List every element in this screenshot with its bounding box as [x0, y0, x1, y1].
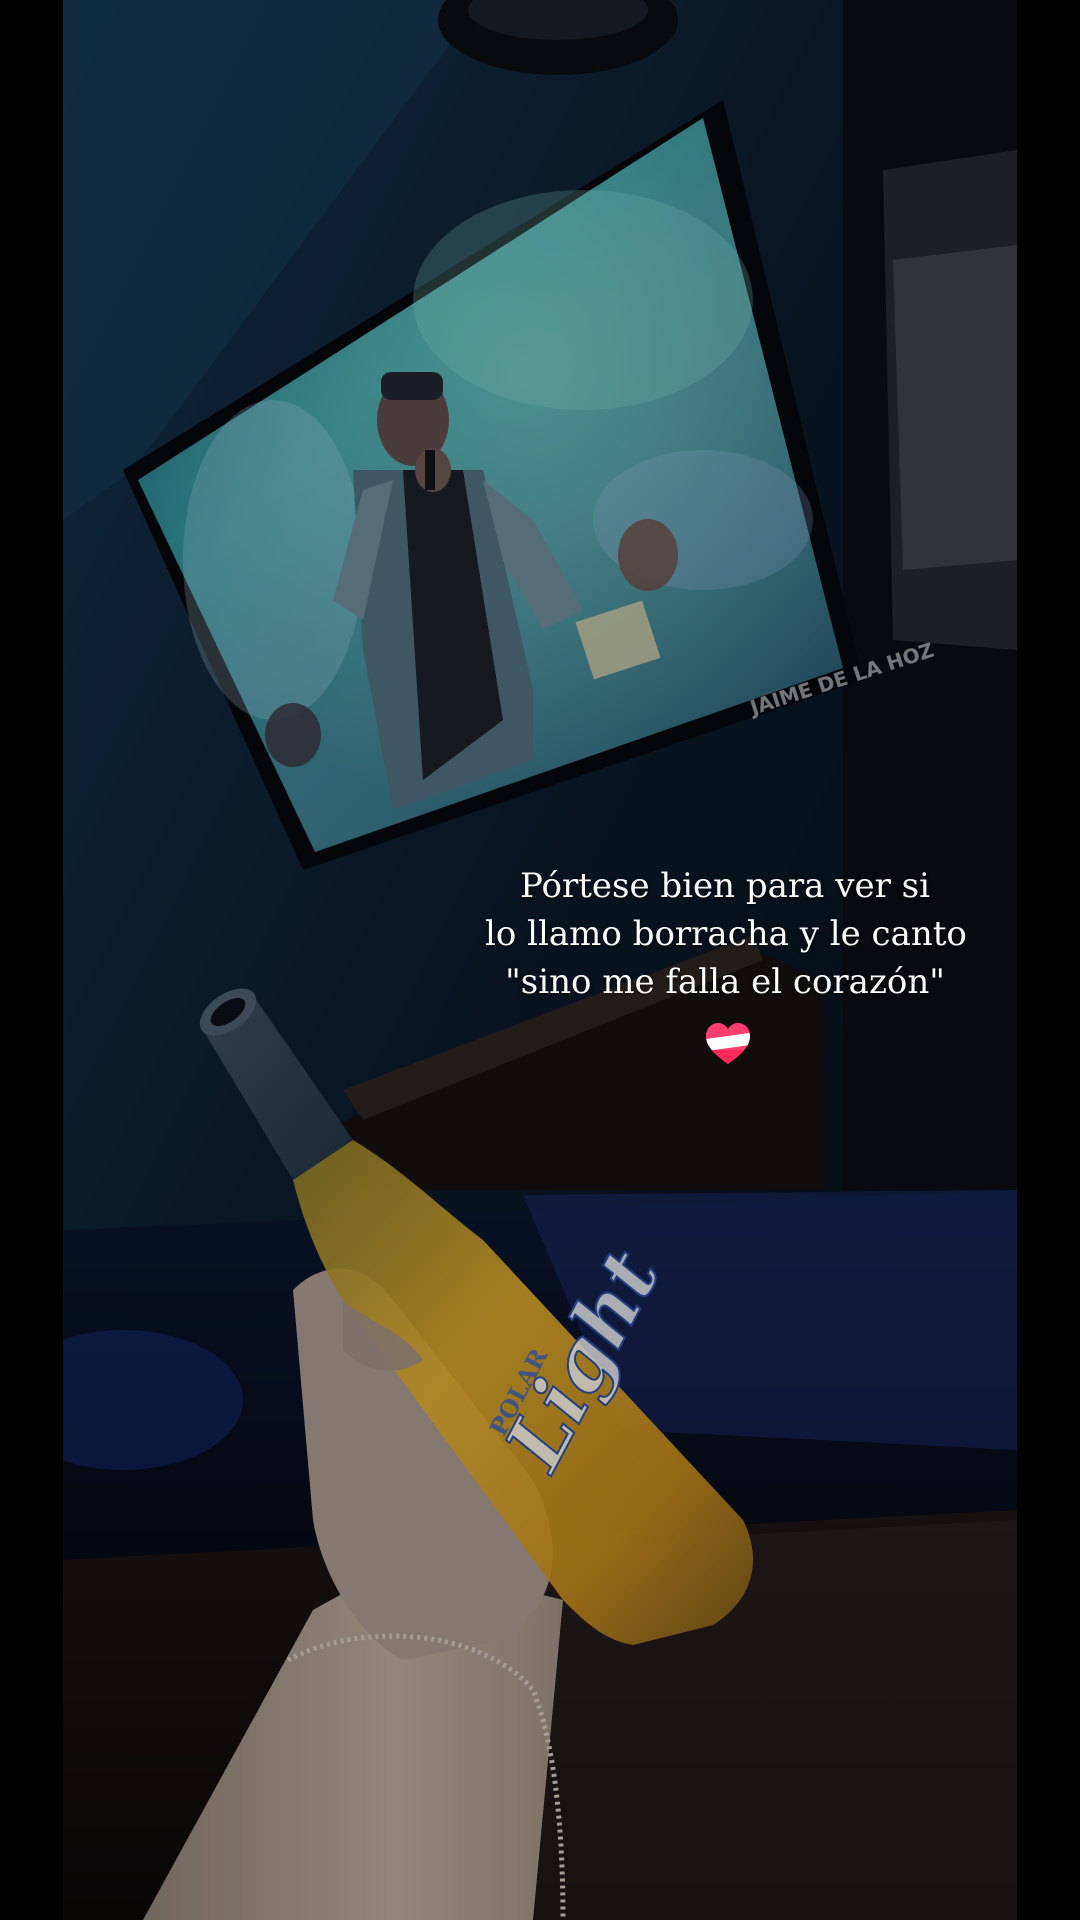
caption-line-3: "sino me falla el corazón" — [505, 962, 945, 1002]
story-frame: JAIME DE LA HOZ POLAR Light Pórtese bien… — [0, 0, 1080, 1920]
caption-line-2: lo llamo borracha y le canto — [485, 914, 967, 954]
story-caption: Pórtese bien para ver si lo llamo borrac… — [485, 862, 967, 1006]
heart-emoji — [706, 1023, 750, 1064]
caption-line-1: Pórtese bien para ver si — [520, 866, 930, 906]
